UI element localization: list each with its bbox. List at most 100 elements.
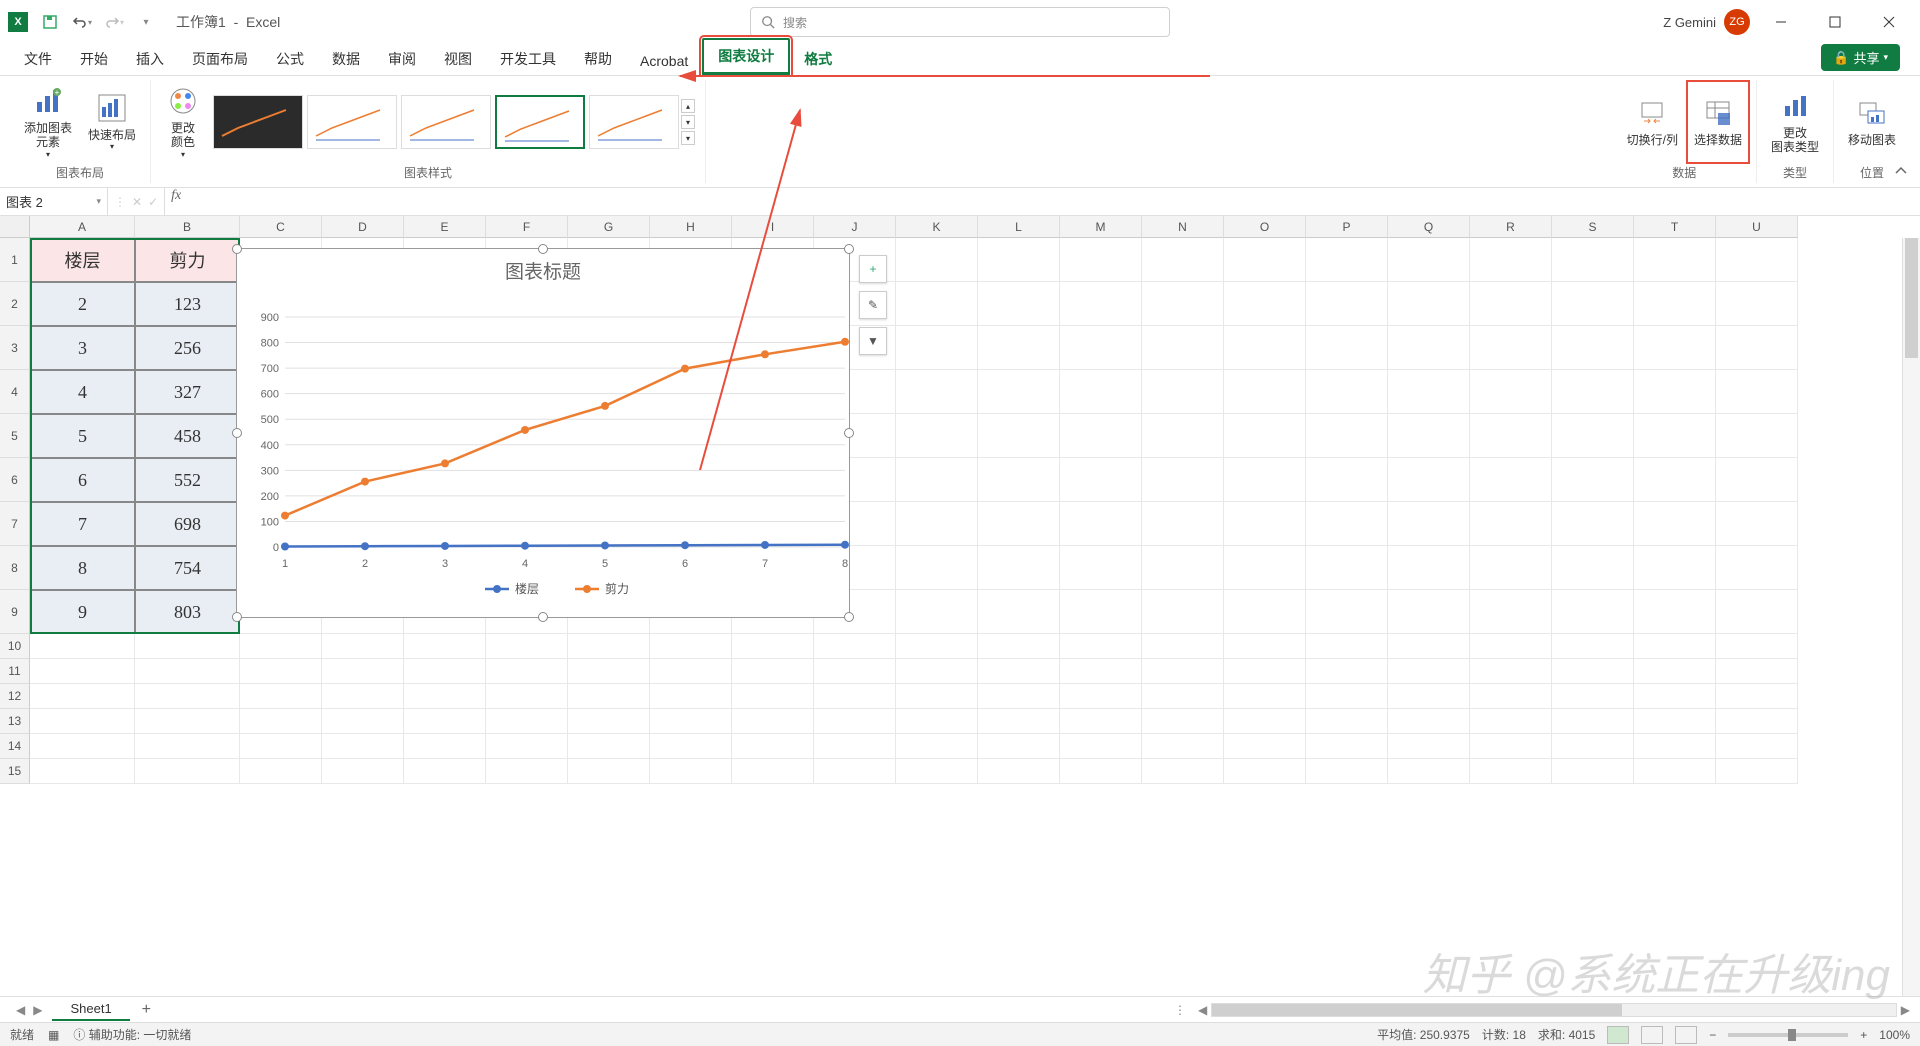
chart-plus-icon[interactable]: + [859, 255, 887, 283]
redo-button[interactable]: ▾ [100, 8, 128, 36]
cell[interactable] [1552, 414, 1634, 458]
cell[interactable] [1142, 326, 1224, 370]
cell[interactable] [1634, 734, 1716, 759]
chart-resize-handle[interactable] [538, 612, 548, 622]
cell[interactable] [650, 709, 732, 734]
cell[interactable] [1470, 282, 1552, 326]
cell[interactable] [1306, 370, 1388, 414]
cell[interactable] [1552, 709, 1634, 734]
cell[interactable] [1306, 458, 1388, 502]
sheet-prev[interactable]: ◀ [16, 1003, 25, 1017]
cell[interactable] [978, 759, 1060, 784]
move-chart-button[interactable]: 移动图表 [1842, 82, 1902, 162]
cell[interactable] [1060, 759, 1142, 784]
data-cell[interactable]: 6 [30, 458, 135, 502]
row-header-15[interactable]: 15 [0, 759, 30, 784]
cell[interactable] [1388, 238, 1470, 282]
cell[interactable] [1634, 759, 1716, 784]
select-data-button[interactable]: 选择数据 [1688, 82, 1748, 162]
cell[interactable] [1388, 370, 1470, 414]
cell[interactable] [650, 684, 732, 709]
row-header-8[interactable]: 8 [0, 546, 30, 590]
cell[interactable] [1716, 734, 1798, 759]
data-cell[interactable]: 552 [135, 458, 240, 502]
cell[interactable] [978, 546, 1060, 590]
cell[interactable] [1552, 734, 1634, 759]
cell[interactable] [1224, 590, 1306, 634]
cell[interactable] [1552, 634, 1634, 659]
data-cell[interactable]: 256 [135, 326, 240, 370]
chart-resize-handle[interactable] [538, 244, 548, 254]
col-header-T[interactable]: T [1634, 216, 1716, 238]
add-chart-element-button[interactable]: + 添加图表 元素▾ [18, 82, 78, 162]
sheet-tab-1[interactable]: Sheet1 [52, 998, 129, 1021]
cell[interactable] [650, 634, 732, 659]
row-header-2[interactable]: 2 [0, 282, 30, 326]
cell[interactable] [1224, 709, 1306, 734]
cell[interactable] [1388, 634, 1470, 659]
cell[interactable] [1716, 759, 1798, 784]
cell[interactable] [1470, 734, 1552, 759]
data-cell[interactable]: 3 [30, 326, 135, 370]
cell[interactable] [896, 759, 978, 784]
cell[interactable] [322, 684, 404, 709]
cell[interactable] [404, 709, 486, 734]
cell[interactable] [1060, 414, 1142, 458]
data-cell[interactable]: 剪力 [135, 238, 240, 282]
cell[interactable] [1470, 238, 1552, 282]
cell[interactable] [30, 659, 135, 684]
col-header-G[interactable]: G [568, 216, 650, 238]
add-sheet-button[interactable]: + [130, 1001, 163, 1019]
cell[interactable] [1142, 282, 1224, 326]
tab-data[interactable]: 数据 [318, 43, 374, 75]
cell[interactable] [978, 370, 1060, 414]
col-header-P[interactable]: P [1306, 216, 1388, 238]
change-colors-button[interactable]: 更改 颜色▾ [159, 82, 207, 162]
cell[interactable] [814, 759, 896, 784]
cell[interactable] [1060, 709, 1142, 734]
cell[interactable] [486, 709, 568, 734]
cell[interactable] [1470, 370, 1552, 414]
cell[interactable] [1716, 458, 1798, 502]
data-cell[interactable]: 123 [135, 282, 240, 326]
cell[interactable] [1388, 590, 1470, 634]
cell[interactable] [1388, 684, 1470, 709]
data-cell[interactable]: 803 [135, 590, 240, 634]
cell[interactable] [978, 684, 1060, 709]
col-header-I[interactable]: I [732, 216, 814, 238]
cell[interactable] [1060, 326, 1142, 370]
cell[interactable] [1060, 502, 1142, 546]
cell[interactable] [1470, 546, 1552, 590]
cell[interactable] [1634, 502, 1716, 546]
cell[interactable] [322, 634, 404, 659]
cell[interactable] [814, 734, 896, 759]
cell[interactable] [978, 238, 1060, 282]
col-header-Q[interactable]: Q [1388, 216, 1470, 238]
col-header-B[interactable]: B [135, 216, 240, 238]
cell[interactable] [1306, 634, 1388, 659]
zoom-slider[interactable] [1728, 1033, 1848, 1037]
cell[interactable] [1224, 502, 1306, 546]
data-cell[interactable]: 4 [30, 370, 135, 414]
tab-developer[interactable]: 开发工具 [486, 43, 570, 75]
row-header-14[interactable]: 14 [0, 734, 30, 759]
cell[interactable] [1552, 238, 1634, 282]
cell[interactable] [568, 659, 650, 684]
cell[interactable] [240, 684, 322, 709]
cell[interactable] [1060, 590, 1142, 634]
chart-style-2[interactable] [307, 95, 397, 149]
cell[interactable] [1142, 634, 1224, 659]
cell[interactable] [978, 709, 1060, 734]
row-header-12[interactable]: 12 [0, 684, 30, 709]
col-header-J[interactable]: J [814, 216, 896, 238]
cell[interactable] [135, 709, 240, 734]
cell[interactable] [30, 684, 135, 709]
cell[interactable] [1634, 659, 1716, 684]
tab-formulas[interactable]: 公式 [262, 43, 318, 75]
data-cell[interactable]: 5 [30, 414, 135, 458]
cell[interactable] [896, 546, 978, 590]
cell[interactable] [1470, 590, 1552, 634]
cell[interactable] [1306, 546, 1388, 590]
view-page-break[interactable] [1675, 1026, 1697, 1044]
chart-filter-icon[interactable]: ▼ [859, 327, 887, 355]
